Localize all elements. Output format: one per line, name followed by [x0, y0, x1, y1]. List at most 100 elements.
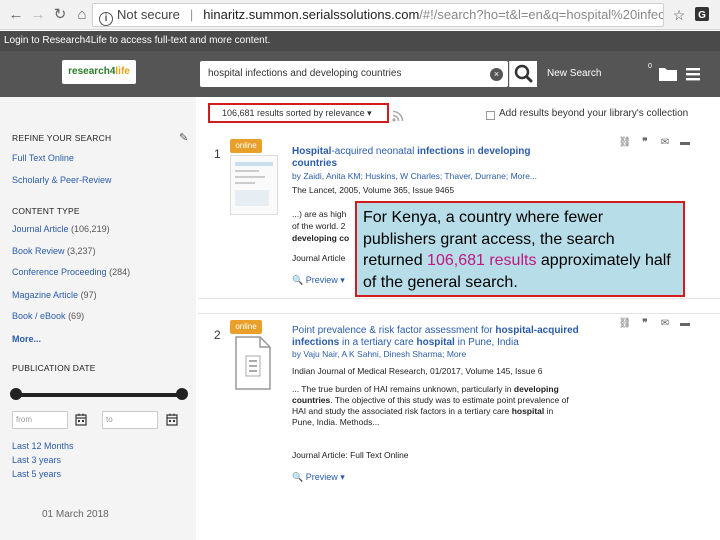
date-from-input[interactable]: from: [12, 411, 68, 429]
logo-text: research4: [68, 66, 116, 77]
refine-heading: REFINE YOUR SEARCH: [12, 133, 112, 143]
online-badge: online: [230, 320, 262, 334]
results-sort-dropdown[interactable]: 106,681 results sorted by relevance ▾: [208, 103, 389, 123]
clear-search-icon[interactable]: ×: [490, 68, 503, 81]
result-content-type: Journal Article: Full Text Online: [292, 450, 409, 460]
title-text: in Pune, India: [454, 336, 519, 348]
url-path: /#!/search?ho=t&l=en&q=hospital%20infect…: [419, 7, 664, 22]
snippet-line: ... The true burden of HAI remains unkno…: [292, 384, 602, 395]
address-bar[interactable]: i Not secure | hinaritz.summon.serialssolut…: [92, 3, 664, 27]
research4life-logo[interactable]: research4life: [62, 60, 136, 84]
snippet-text: . The objective of this study was to est…: [330, 395, 569, 405]
screenshot: ← → ↻ ⌂ i Not secure | hinaritz.summon.seri…: [0, 0, 720, 540]
search-input[interactable]: hospital infections and developing count…: [200, 61, 508, 87]
extension-icon[interactable]: G: [693, 6, 711, 24]
slider-start-handle[interactable]: [10, 388, 22, 400]
snippet-line: Pune, India. Methods...: [292, 417, 602, 428]
snippet-line: HAI and study the associated risk factor…: [292, 406, 602, 417]
document-icon[interactable]: [230, 334, 278, 394]
content-type-book-ebook[interactable]: Book / eBook (69): [12, 311, 84, 321]
link-icon[interactable]: ⛓: [618, 137, 632, 149]
browser-toolbar: ← → ↻ ⌂ i Not secure | hinaritz.summon.seri…: [0, 0, 720, 30]
preview-toggle[interactable]: 🔍 Preview ▾: [292, 275, 345, 286]
result-snippet: ... The true burden of HAI remains unkno…: [292, 384, 602, 428]
reload-icon[interactable]: ↻: [50, 5, 70, 25]
result-snippet-line: ...) are as high: [292, 209, 347, 219]
logo-accent: life: [115, 66, 130, 77]
search-button[interactable]: [509, 61, 537, 87]
title-text: in a tertiary care: [339, 336, 417, 348]
info-icon[interactable]: i: [99, 12, 113, 26]
link-icon[interactable]: ⛓: [618, 318, 632, 330]
email-icon[interactable]: ✉: [658, 137, 672, 149]
new-search-link[interactable]: New Search: [547, 68, 601, 80]
preview-label: Preview ▾: [305, 472, 345, 482]
result-authors[interactable]: by Vaju Nair, A K Sahni, Dinesh Sharma; …: [292, 349, 466, 360]
snippet-text: HAI and study the associated risk factor…: [292, 406, 512, 416]
snippet-term: hospital: [511, 406, 545, 416]
save-folder-icon[interactable]: ▬: [678, 318, 692, 330]
email-icon[interactable]: ✉: [658, 318, 672, 330]
date-to-input[interactable]: to: [102, 411, 158, 429]
result-title-link[interactable]: Hospital-acquired neonatal infections in…: [292, 146, 582, 169]
login-banner[interactable]: Login to Research4Life to access full-te…: [0, 31, 720, 51]
publication-date-heading: PUBLICATION DATE: [12, 363, 96, 373]
beyond-collection-label[interactable]: Add results beyond your library's collec…: [499, 108, 688, 119]
date-last-12-months[interactable]: Last 12 Months: [12, 441, 74, 451]
menu-icon[interactable]: [684, 65, 702, 83]
content-type-magazine-article[interactable]: Magazine Article (97): [12, 290, 97, 300]
result-thumbnail[interactable]: [230, 155, 278, 215]
slider-end-handle[interactable]: [176, 388, 188, 400]
preview-toggle[interactable]: 🔍 Preview ▾: [292, 472, 345, 483]
result-snippet-line: developing co: [292, 233, 350, 243]
title-text: in: [464, 146, 478, 157]
calendar-icon[interactable]: [166, 413, 178, 426]
beyond-collection-checkbox[interactable]: [486, 111, 495, 120]
date-last-3-years[interactable]: Last 3 years: [12, 455, 61, 465]
snippet-text: ... The true burden of HAI remains unkno…: [292, 384, 514, 394]
security-label: Not secure: [117, 7, 180, 22]
content-type-count: (3,237): [67, 246, 96, 256]
refine-sidebar: REFINE YOUR SEARCH ✎ Full Text Online Sc…: [0, 97, 196, 540]
title-term: infections: [292, 336, 340, 348]
site-header: research4life hospital infections and de…: [0, 51, 720, 97]
filter-scholarly-peer-review[interactable]: Scholarly & Peer-Review: [12, 175, 112, 185]
star-icon[interactable]: ☆: [670, 6, 688, 24]
content-type-count: (69): [68, 311, 85, 321]
content-type-heading: CONTENT TYPE: [12, 206, 80, 216]
content-type-journal-article[interactable]: Journal Article (106,219): [12, 224, 110, 234]
content-type-label: Magazine Article: [12, 290, 79, 300]
content-type-count: (284): [109, 267, 131, 277]
result-authors[interactable]: by Zaidi, Anita KM; Huskins, W Charles; …: [292, 171, 537, 182]
date-last-5-years[interactable]: Last 5 years: [12, 469, 61, 479]
result-source: Indian Journal of Medical Research, 01/2…: [292, 366, 543, 376]
snippet-text: Pune, India. Methods...: [292, 417, 380, 427]
cite-icon[interactable]: ❞: [638, 137, 652, 149]
content-type-conference-proceeding[interactable]: Conference Proceeding (284): [12, 267, 130, 277]
pencil-icon[interactable]: ✎: [179, 131, 188, 144]
result-content-type: Journal Article: [292, 253, 346, 263]
cite-icon[interactable]: ❞: [638, 318, 652, 330]
content-type-label: Journal Article: [12, 224, 69, 234]
calendar-icon[interactable]: [75, 413, 87, 426]
result-tools: ⛓ ❞ ✉ ▬: [618, 318, 718, 332]
content-type-book-review[interactable]: Book Review (3,237): [12, 246, 96, 256]
back-icon[interactable]: ←: [6, 5, 26, 25]
results-panel: 106,681 results sorted by relevance ▾ Ad…: [196, 97, 720, 540]
save-folder-icon[interactable]: ▬: [678, 137, 692, 149]
forward-icon[interactable]: →: [28, 5, 48, 25]
result-title-link[interactable]: Point prevalence & risk factor assessmen…: [292, 325, 612, 348]
content-type-label: Conference Proceeding: [12, 267, 107, 277]
date-range-slider[interactable]: [10, 388, 188, 400]
annotation-callout: For Kenya, a country where fewer publish…: [355, 201, 685, 297]
snippet-term: countries: [292, 395, 331, 405]
title-term: hospital-acquired: [495, 325, 579, 336]
home-icon[interactable]: ⌂: [72, 5, 92, 25]
result-source: The Lancet, 2005, Volume 365, Issue 9465: [292, 185, 455, 195]
folder-icon[interactable]: [658, 65, 678, 83]
preview-label: Preview ▾: [305, 275, 345, 285]
rss-icon[interactable]: [392, 109, 404, 122]
filter-full-text-online[interactable]: Full Text Online: [12, 153, 74, 163]
result-item: 2 online Point prevalence & risk factor …: [198, 313, 720, 497]
more-content-types-link[interactable]: More...: [12, 334, 41, 344]
